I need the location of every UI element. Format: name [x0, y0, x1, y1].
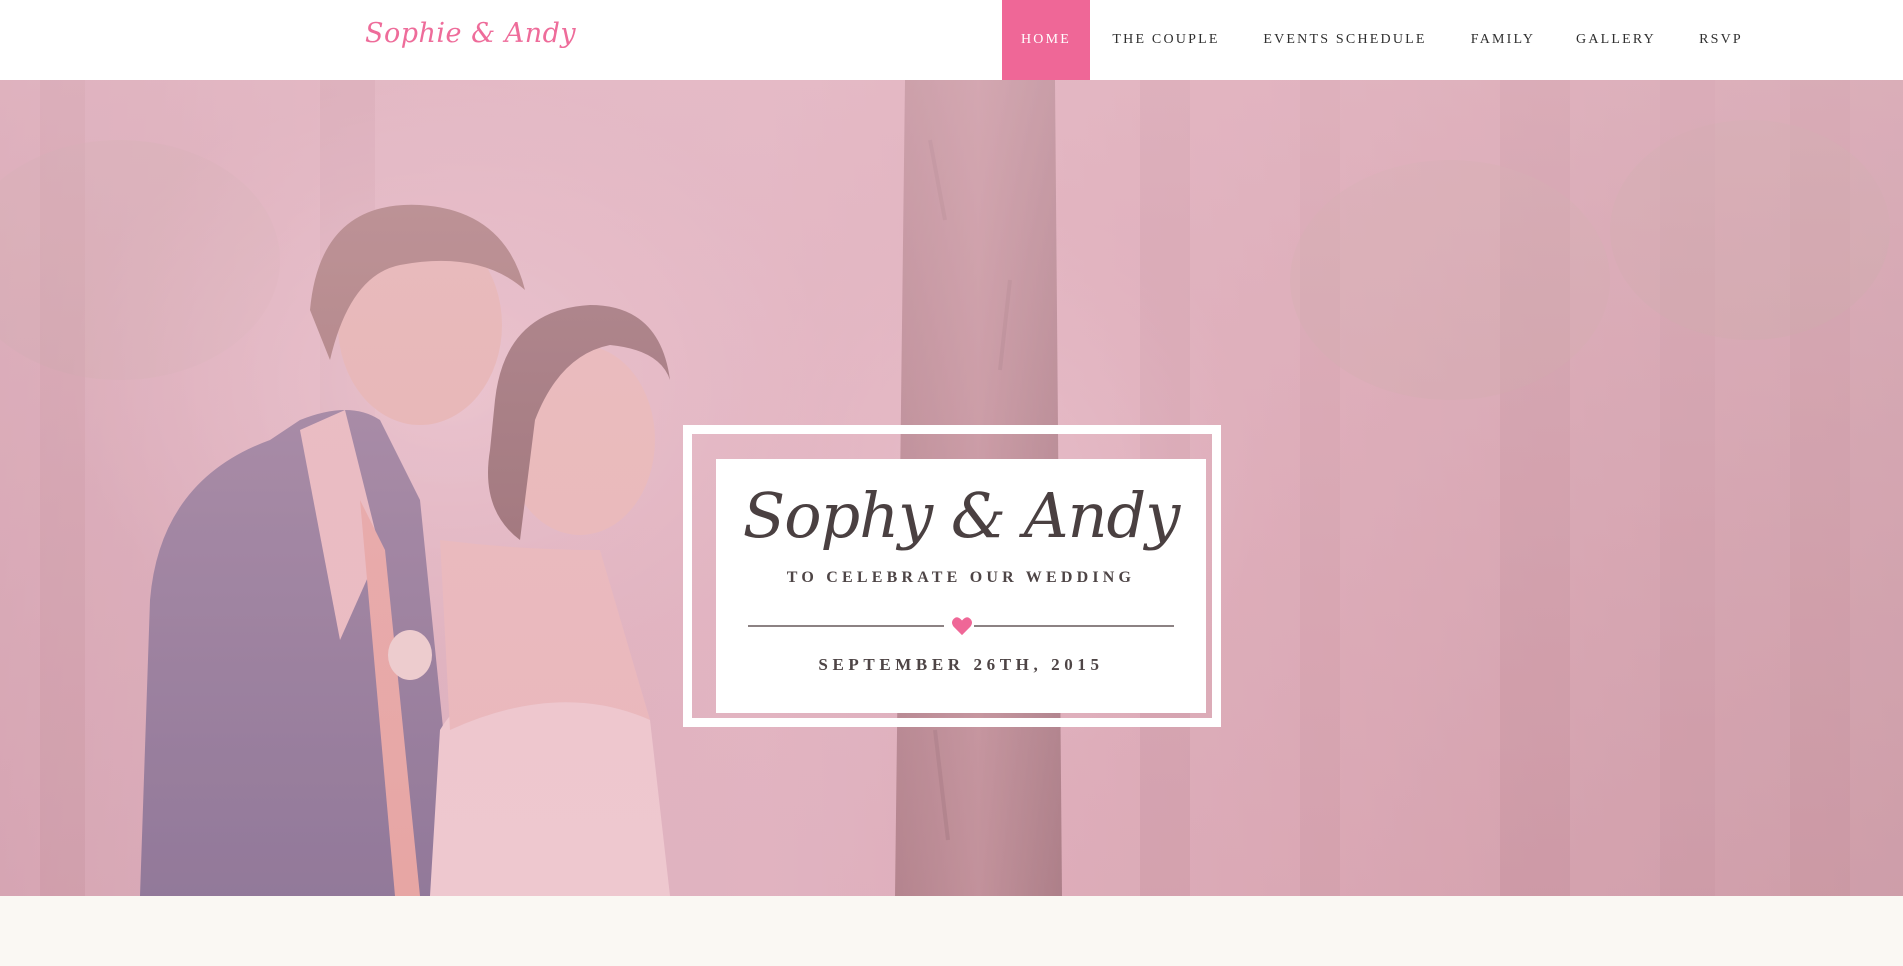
- nav-item-events-schedule[interactable]: EVENTS SCHEDULE: [1242, 0, 1448, 80]
- heart-icon: [952, 617, 972, 636]
- main-nav: HOME THE COUPLE EVENTS SCHEDULE FAMILY G…: [0, 0, 1903, 80]
- couple-names: Sophy & Andy: [742, 479, 1180, 552]
- nav-item-the-couple[interactable]: THE COUPLE: [1090, 0, 1242, 80]
- wedding-date: SEPTEMBER 26TH, 2015: [818, 655, 1104, 674]
- hero-card-frame: Sophy & Andy TO CELEBRATE OUR WEDDING SE…: [683, 425, 1221, 727]
- nav-item-gallery[interactable]: GALLERY: [1558, 0, 1674, 80]
- site-header: Sophie & Andy HOME THE COUPLE EVENTS SCH…: [0, 0, 1903, 80]
- nav-item-rsvp[interactable]: RSVP: [1674, 0, 1768, 80]
- nav-item-family[interactable]: FAMILY: [1448, 0, 1558, 80]
- hero-subtitle: TO CELEBRATE OUR WEDDING: [786, 569, 1136, 586]
- divider-line-left: [748, 625, 944, 627]
- divider-line-right: [974, 625, 1174, 627]
- next-section: [0, 896, 1903, 966]
- hero-section: Sophy & Andy TO CELEBRATE OUR WEDDING SE…: [0, 80, 1903, 896]
- heart-divider: [748, 616, 1174, 636]
- nav-item-home[interactable]: HOME: [1002, 0, 1090, 80]
- hero-card: Sophy & Andy TO CELEBRATE OUR WEDDING SE…: [716, 459, 1206, 713]
